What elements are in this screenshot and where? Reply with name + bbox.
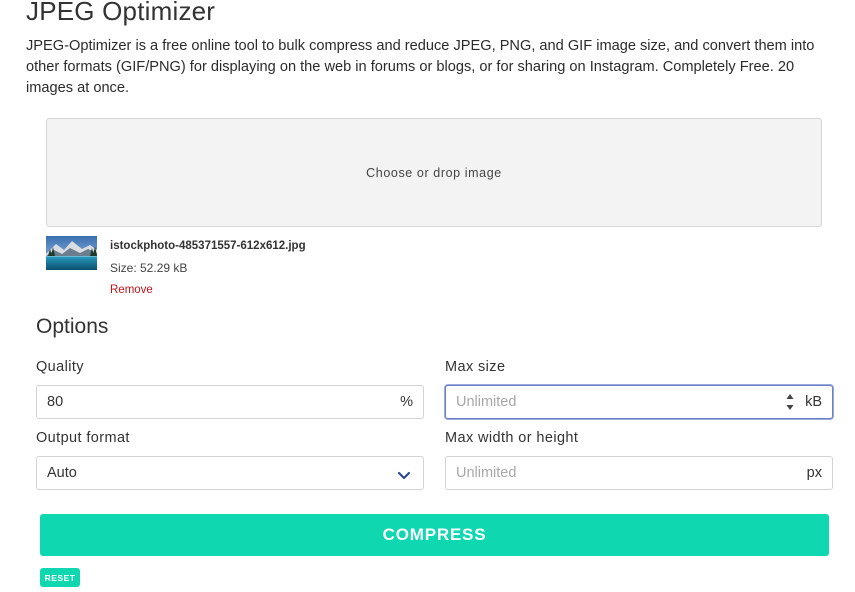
image-dropzone[interactable]: Choose or drop image <box>46 118 822 227</box>
compress-button[interactable]: COMPRESS <box>40 514 829 556</box>
output-format-select[interactable]: Auto <box>36 456 424 490</box>
quality-label: Quality <box>36 359 84 375</box>
max-size-input[interactable] <box>446 386 766 418</box>
file-size: Size: 52.29 kB <box>110 261 188 275</box>
max-size-unit: kB <box>805 394 822 410</box>
max-dimension-unit: px <box>806 465 822 481</box>
max-dimension-field: px <box>445 456 833 490</box>
quality-unit: % <box>400 394 413 410</box>
max-size-label: Max size <box>445 359 506 375</box>
file-name: istockphoto-485371557-612x612.jpg <box>110 240 306 252</box>
output-format-label: Output format <box>36 430 130 446</box>
page-title: JPEG Optimizer <box>26 0 216 26</box>
page-description: JPEG-Optimizer is a free online tool to … <box>26 38 815 96</box>
uploaded-file-item: istockphoto-485371557-612x612.jpg Size: … <box>46 236 446 298</box>
jpeg-optimizer-page: JPEG Optimizer JPEG-Optimizer is a free … <box>0 0 855 592</box>
max-size-spinner-icon[interactable] <box>786 393 794 411</box>
landscape-thumbnail-icon <box>46 236 97 270</box>
max-dimension-label: Max width or height <box>445 430 579 446</box>
quality-input[interactable] <box>37 386 377 418</box>
dropzone-label: Choose or drop image <box>366 165 502 180</box>
chevron-down-icon <box>397 468 411 480</box>
remove-file-link[interactable]: Remove <box>110 284 153 296</box>
options-heading: Options <box>36 315 109 338</box>
output-format-value: Auto <box>47 465 77 481</box>
max-dimension-input[interactable] <box>446 457 786 489</box>
max-size-field: kB <box>445 385 833 419</box>
reset-button[interactable]: RESET <box>40 568 80 587</box>
quality-field: % <box>36 385 424 419</box>
